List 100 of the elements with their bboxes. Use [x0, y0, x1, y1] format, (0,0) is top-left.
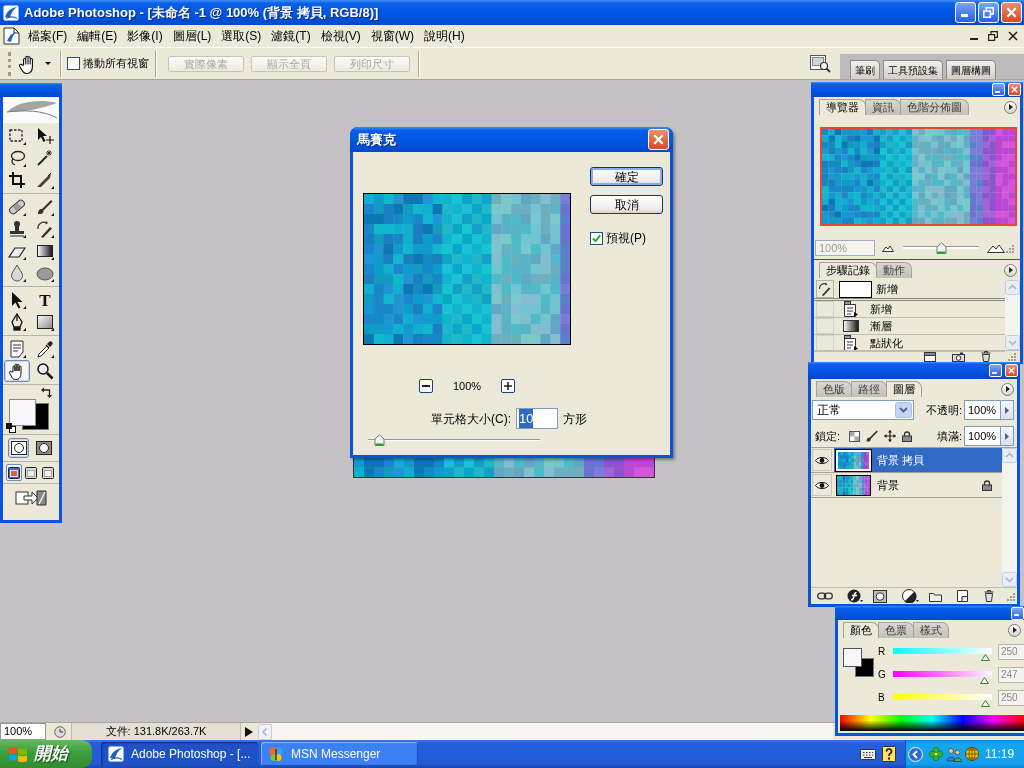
history-step[interactable]: 點狀化 [870, 336, 903, 350]
brush-icon[interactable] [865, 429, 880, 443]
panel-tab[interactable]: 動作 [876, 262, 912, 278]
horizontal-scrollbar[interactable] [272, 723, 833, 740]
menu-item[interactable]: 檢視(V) [315, 27, 366, 45]
panel-tab[interactable]: 導覽器 [819, 99, 866, 115]
checkerboard-icon[interactable] [849, 430, 861, 442]
help-icon[interactable] [882, 746, 896, 762]
restore-button[interactable] [978, 2, 999, 23]
slider-popup-button[interactable] [1001, 426, 1014, 446]
clock-icon[interactable] [54, 725, 66, 738]
dialog-button[interactable]: 取消 [590, 195, 663, 214]
history-source-slot[interactable] [816, 280, 834, 298]
taskbar-button[interactable]: Adobe Photoshop - [... [101, 742, 258, 766]
close-button[interactable] [1001, 2, 1022, 23]
visibility-toggle[interactable] [812, 449, 832, 471]
panel-tab[interactable]: 色階分佈圖 [900, 99, 969, 115]
restore-icon[interactable] [988, 31, 998, 41]
slider-popup-button[interactable] [1001, 400, 1014, 420]
screen-mode-button[interactable] [40, 464, 56, 481]
panel-tab[interactable]: 資訊 [865, 99, 901, 115]
slider-thumb[interactable] [935, 242, 947, 254]
slider-thumb[interactable] [981, 700, 991, 707]
folder-icon[interactable] [929, 590, 942, 602]
slider-thumb[interactable] [374, 434, 386, 446]
menu-item[interactable]: 選取(S) [216, 27, 267, 45]
minimize-button[interactable] [1011, 606, 1024, 620]
taskbar-button[interactable]: MSN Messenger [261, 742, 418, 766]
history-step[interactable]: 新增 [870, 302, 892, 316]
opacity-field[interactable]: 100% [964, 400, 1001, 420]
chain-icon[interactable] [817, 592, 833, 600]
color-ramp[interactable] [840, 715, 1024, 731]
close-button[interactable] [1005, 364, 1018, 377]
hand-tool-button[interactable] [4, 360, 30, 382]
camera-icon[interactable] [952, 351, 965, 362]
default-colors-icon[interactable] [6, 423, 16, 433]
menu-item[interactable]: 說明(H) [419, 27, 470, 45]
menu-item[interactable]: 圖層(L) [167, 27, 217, 45]
slider-thumb[interactable] [980, 677, 990, 684]
visibility-toggle[interactable] [812, 474, 832, 496]
snapshot-label[interactable]: 新增 [876, 280, 898, 298]
panel-tab[interactable]: 顏色 [843, 622, 879, 638]
history-step[interactable]: 漸層 [870, 319, 892, 333]
lock-icon[interactable] [982, 479, 992, 491]
globe-icon[interactable] [965, 747, 979, 761]
standard-mode-button[interactable] [8, 438, 29, 458]
circle-in-square-icon[interactable] [873, 589, 887, 603]
layer-row[interactable]: 背景 [834, 473, 1002, 497]
zoom-field[interactable]: 100% [0, 723, 46, 740]
small-mountain-icon[interactable] [882, 244, 894, 252]
panel-menu-button[interactable] [1001, 382, 1014, 396]
jump-arrow-icon[interactable] [15, 489, 47, 507]
panel-tab[interactable]: 步驟記錄 [819, 262, 877, 278]
slider-thumb[interactable] [981, 654, 991, 661]
panel-tab[interactable]: 路徑 [851, 381, 887, 397]
lock-icon[interactable] [902, 430, 913, 442]
screen-mode-button[interactable] [23, 464, 39, 481]
new-page-icon[interactable] [957, 590, 968, 602]
minimize-button[interactable] [955, 2, 976, 23]
panel-tab[interactable]: 色版 [816, 381, 852, 397]
zoom-in-button[interactable] [501, 379, 516, 393]
triangle-right-icon[interactable] [245, 726, 253, 737]
zoom-out-button[interactable] [418, 379, 433, 393]
palette-tab[interactable]: 筆刷 [850, 60, 880, 79]
blend-mode-dropdown[interactable]: 正常 [812, 400, 914, 420]
panel-tab[interactable]: 樣式 [913, 622, 949, 638]
new-document-icon[interactable] [924, 351, 936, 362]
scroll-all-checkbox[interactable] [67, 57, 80, 70]
quick-mask-button[interactable] [33, 438, 54, 458]
foreground-swatch-icon[interactable] [9, 399, 36, 426]
large-mountain-icon[interactable] [987, 243, 1005, 253]
cell-size-input[interactable]: 10 [516, 408, 558, 429]
fill-field[interactable]: 100% [964, 426, 1001, 446]
palette-tab[interactable]: 工具預設集 [883, 60, 943, 79]
minimize-button[interactable] [989, 364, 1002, 377]
dialog-button[interactable]: 確定 [590, 167, 663, 186]
trash-icon[interactable] [981, 351, 991, 362]
menu-item[interactable]: 濾鏡(T) [266, 27, 316, 45]
type-tool-button[interactable]: T [32, 289, 58, 311]
menu-item[interactable]: 影像(I) [122, 27, 168, 45]
swap-arrows-icon[interactable] [41, 387, 52, 398]
minimize-button[interactable] [992, 83, 1005, 96]
panel-menu-button[interactable] [1004, 100, 1017, 114]
close-icon[interactable] [1008, 31, 1018, 41]
people-icon[interactable] [946, 746, 962, 762]
menu-item[interactable]: 檔案(F) [23, 27, 73, 45]
toolbar-grip[interactable] [8, 51, 11, 76]
menu-item[interactable]: 視窗(W) [365, 27, 419, 45]
panel-menu-button[interactable] [1004, 263, 1017, 277]
layer-row[interactable]: 背景 拷貝 [834, 448, 1002, 472]
half-circle-icon[interactable] [902, 589, 919, 603]
foreground-swatch-icon[interactable] [843, 648, 862, 667]
panel-tab[interactable]: 色票 [878, 622, 914, 638]
panel-menu-button[interactable] [1008, 623, 1021, 637]
panel-tab[interactable]: 圖層 [886, 381, 922, 397]
preview-checkbox[interactable] [590, 231, 603, 245]
move-arrows-icon[interactable] [884, 430, 897, 442]
chevron-left-icon[interactable] [908, 746, 923, 762]
menu-item[interactable]: 編輯(E) [72, 27, 123, 45]
close-button[interactable] [648, 129, 669, 150]
